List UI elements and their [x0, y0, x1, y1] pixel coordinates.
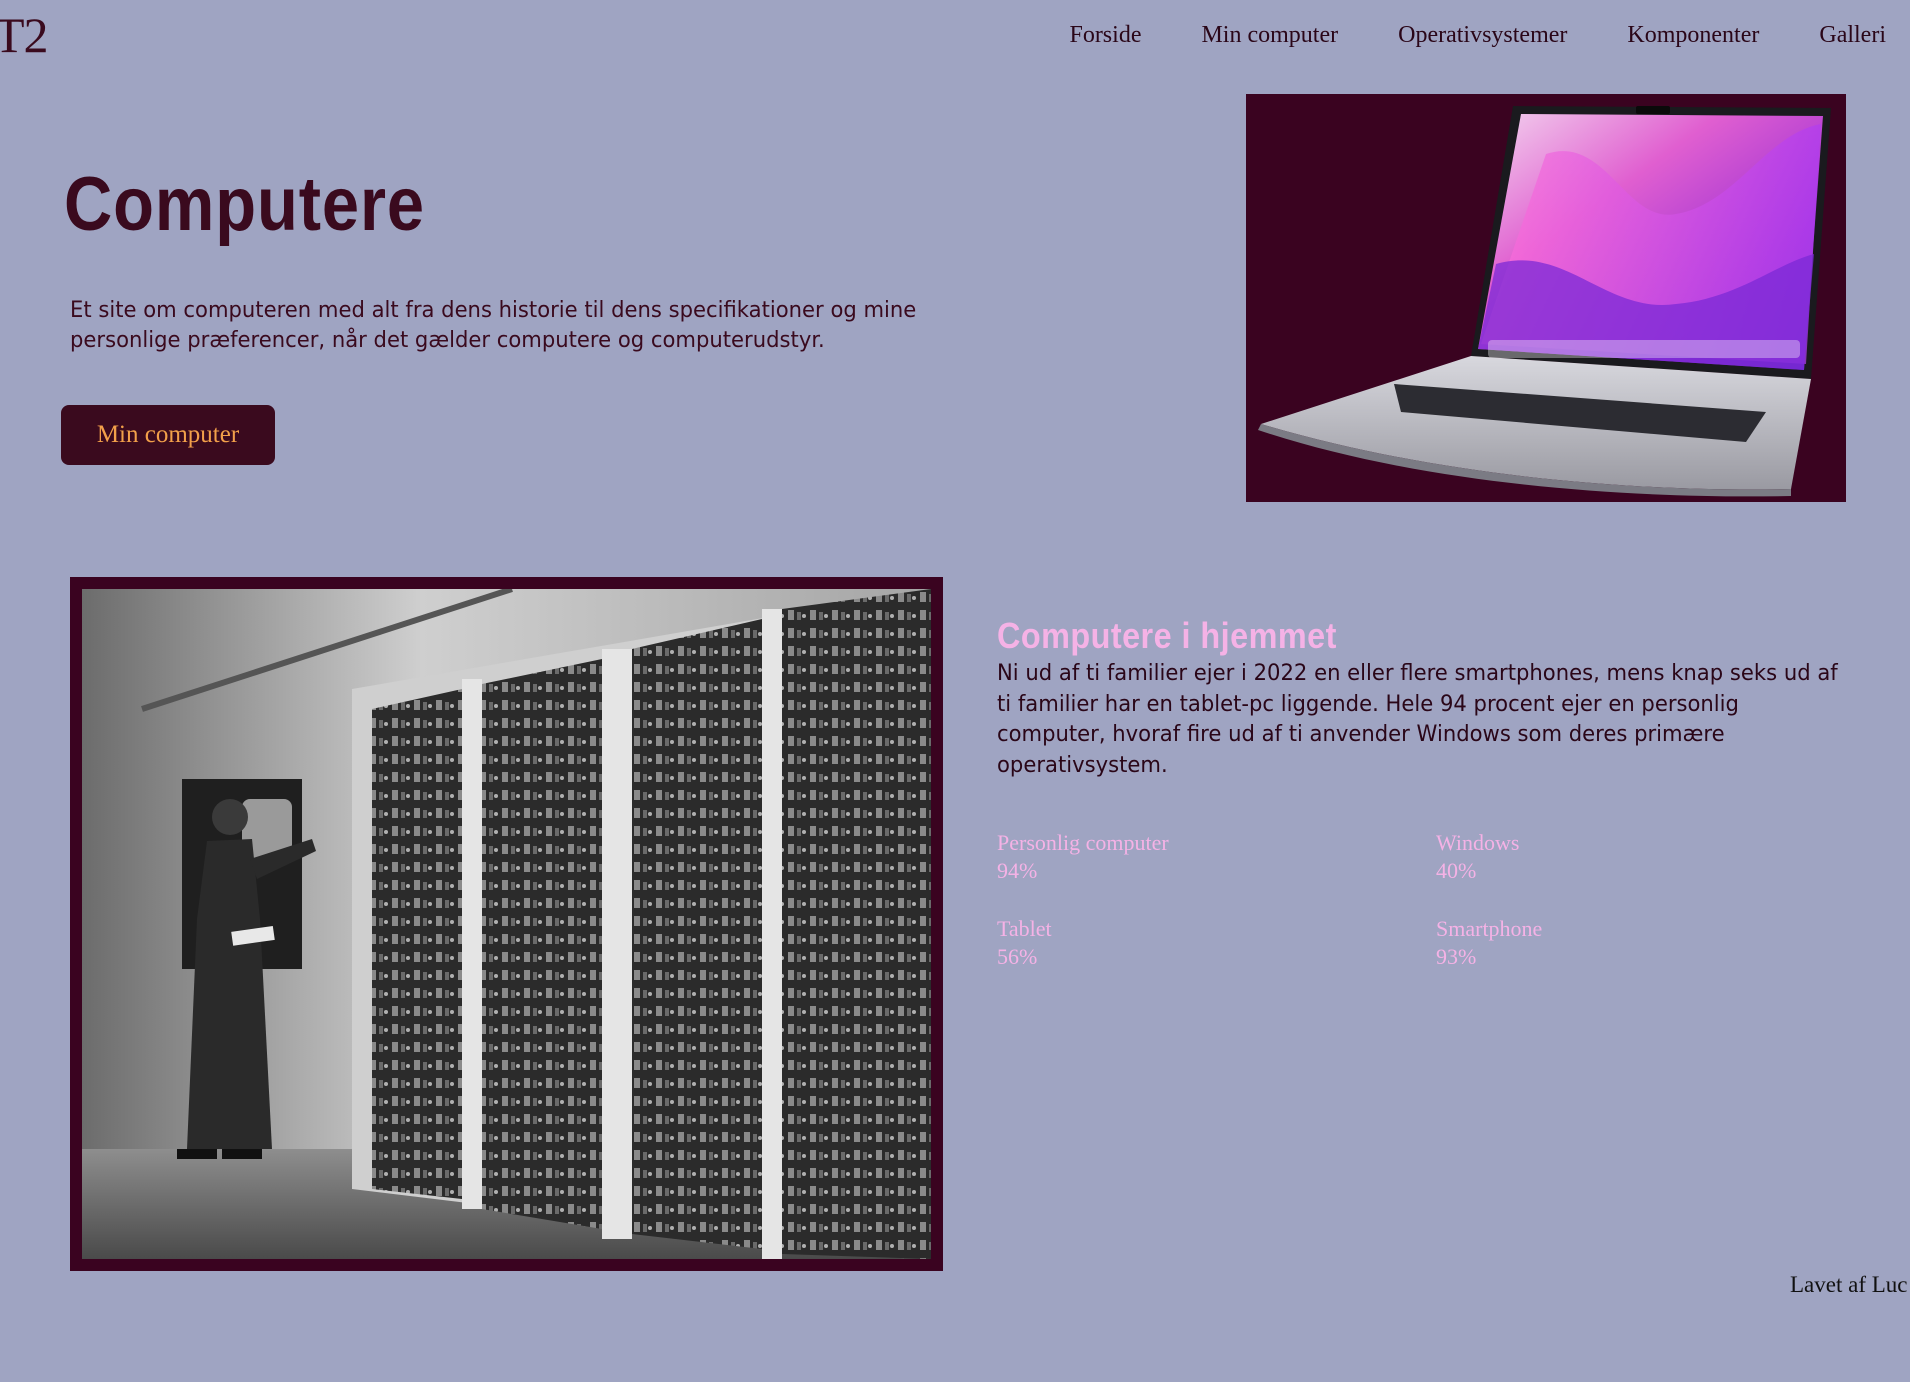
- stat-smartphone: Smartphone 93%: [1436, 915, 1542, 971]
- nav-link-galleri[interactable]: Galleri: [1819, 22, 1886, 48]
- historic-computer-image-frame: [70, 577, 943, 1271]
- footer-credit: Lavet af Luc: [1790, 1272, 1908, 1297]
- nav-link-forside[interactable]: Forside: [1069, 22, 1141, 48]
- stat-personlig-computer: Personlig computer 94%: [997, 829, 1169, 885]
- site-logo[interactable]: T2: [0, 10, 49, 60]
- stat-label: Smartphone: [1436, 916, 1543, 941]
- stat-value: 93%: [1436, 944, 1477, 969]
- historic-computer-image: [82, 589, 931, 1259]
- stat-label: Windows: [1436, 830, 1520, 855]
- nav-link-min-computer[interactable]: Min computer: [1201, 22, 1338, 48]
- nav-link-komponenter[interactable]: Komponenter: [1627, 22, 1759, 48]
- stat-windows: Windows 40%: [1436, 829, 1519, 885]
- stat-value: 56%: [997, 944, 1038, 969]
- stat-label: Personlig computer: [997, 830, 1169, 855]
- min-computer-button[interactable]: Min computer: [61, 405, 275, 465]
- main-nav: Forside Min computer Operativsystemer Ko…: [1009, 22, 1886, 48]
- nav-link-operativsystemer[interactable]: Operativsystemer: [1398, 22, 1567, 48]
- stat-value: 40%: [1436, 858, 1477, 883]
- laptop-image: [1246, 94, 1846, 502]
- section-description: Ni ud af ti familier ejer i 2022 en elle…: [997, 661, 1838, 778]
- stat-value: 94%: [997, 858, 1038, 883]
- page-title: Computere: [64, 162, 425, 247]
- section-title: Computere i hjemmet: [997, 615, 1337, 656]
- stat-tablet: Tablet 56%: [997, 915, 1052, 971]
- stat-label: Tablet: [997, 916, 1052, 941]
- hero-description: Et site om computeren med alt fra dens h…: [70, 298, 917, 353]
